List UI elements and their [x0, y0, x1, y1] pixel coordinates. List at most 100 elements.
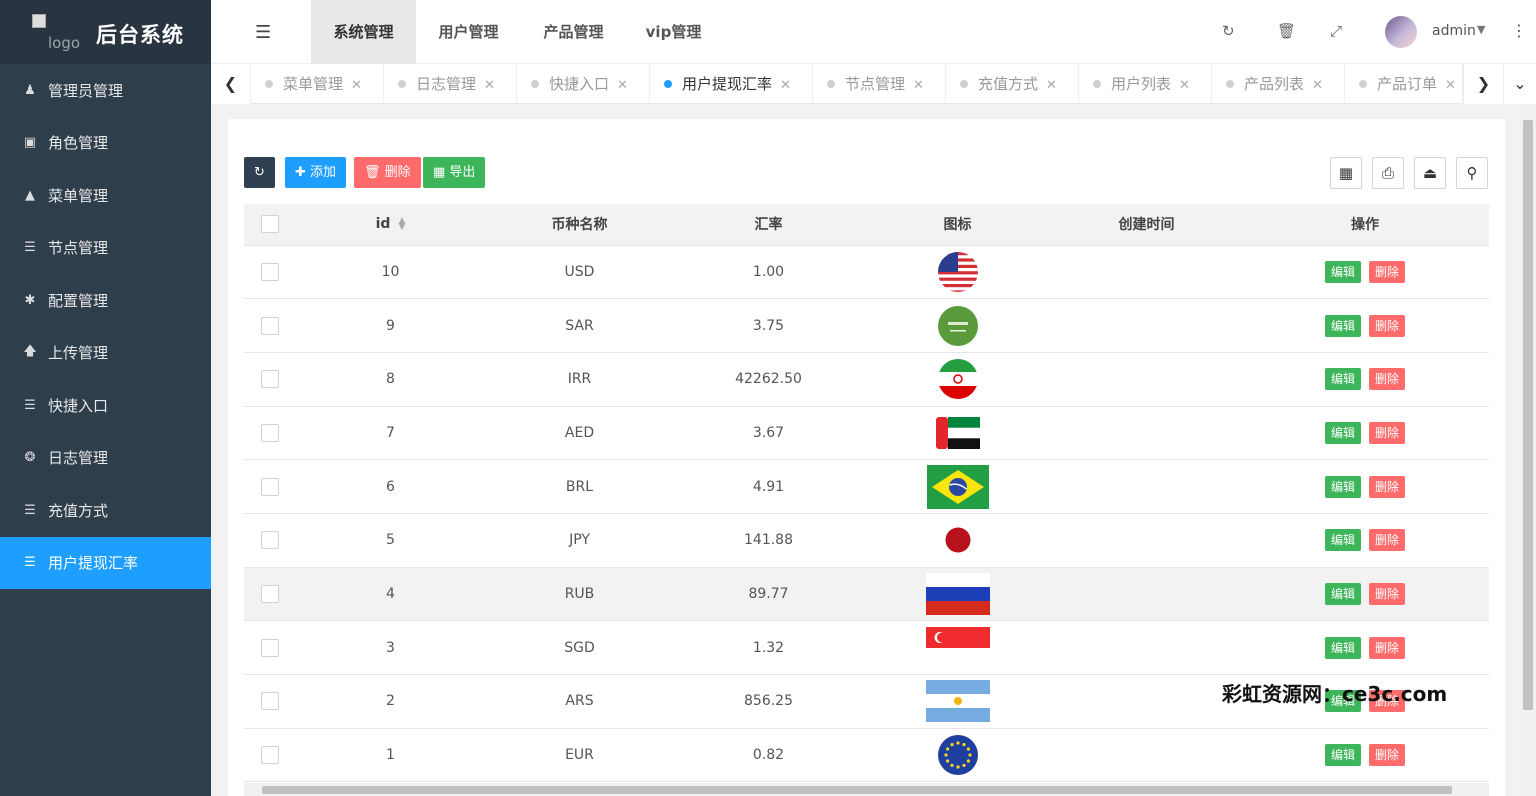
sidebar-item-menus[interactable]: ▲ 菜单管理 [0, 169, 211, 222]
scrollbar-thumb[interactable] [1523, 120, 1533, 710]
tab-system[interactable]: 系统管理 [311, 0, 416, 64]
delete-button[interactable]: 删除 [1369, 744, 1406, 767]
table-row: 3 SGD 1.32 编辑 删除 [244, 620, 1489, 675]
row-checkbox[interactable] [261, 692, 279, 711]
sidebar-item-withdraw-rate[interactable]: ☰ 用户提现汇率 [0, 536, 211, 589]
row-checkbox[interactable] [261, 316, 279, 335]
page-tab-recharge[interactable]: 充值方式 ✕ [946, 64, 1079, 104]
row-checkbox[interactable] [261, 370, 279, 389]
avatar[interactable] [1385, 16, 1417, 48]
cell-actions: 编辑 删除 [1241, 620, 1489, 675]
more-vertical-icon[interactable]: ⋮ [1511, 21, 1527, 40]
sidebar-item-config[interactable]: ✱ 配置管理 [0, 274, 211, 327]
edit-button[interactable]: 编辑 [1324, 529, 1361, 552]
close-icon[interactable]: ✕ [484, 78, 495, 93]
sidebar-item-upload[interactable]: 🡅 上传管理 [0, 327, 211, 380]
page-tab-shortcuts[interactable]: 快捷入口 ✕ [517, 64, 650, 104]
delete-button[interactable]: 删除 [1369, 636, 1406, 659]
close-icon[interactable]: ✕ [1312, 78, 1323, 93]
edit-button[interactable]: 编辑 [1324, 421, 1361, 444]
export-button[interactable]: ▦ 导出 [423, 157, 486, 188]
excel-icon: ▦ [433, 165, 450, 180]
close-icon[interactable]: ✕ [617, 78, 628, 93]
close-icon[interactable]: ✕ [1046, 78, 1057, 93]
columns-toggle-button[interactable]: ▦ [1330, 157, 1362, 189]
uae-flag-icon [935, 416, 980, 449]
sidebar-item-label: 用户提现汇率 [48, 554, 139, 573]
refresh-icon[interactable]: ↻ [1222, 22, 1235, 40]
delete-button[interactable]: 删除 [1369, 368, 1406, 391]
page-tab-product-orders[interactable]: 产品订单 ✕ [1345, 64, 1463, 104]
watermark-text: 彩虹资源网：ce3c.com [1222, 682, 1448, 706]
horizontal-scrollbar[interactable] [244, 783, 1489, 796]
cell-rate: 4.91 [674, 459, 863, 514]
chevron-down-icon[interactable]: ▼ [1477, 23, 1485, 36]
delete-button[interactable]: 删除 [1369, 582, 1406, 605]
edit-button[interactable]: 编辑 [1324, 475, 1361, 498]
tab-products[interactable]: 产品管理 [521, 0, 626, 64]
page-tab-withdraw-rate[interactable]: 用户提现汇率 ✕ [650, 64, 813, 104]
close-icon[interactable]: ✕ [780, 78, 791, 93]
vertical-scrollbar[interactable] [1520, 104, 1536, 796]
chevron-right-icon[interactable]: ❯ [1463, 64, 1503, 104]
chevron-down-icon[interactable]: ⌄ [1503, 64, 1536, 104]
chevron-left-icon[interactable]: ❮ [211, 64, 251, 104]
page-tab-nodes[interactable]: 节点管理 ✕ [813, 64, 946, 104]
cell-created [1052, 567, 1241, 622]
sidebar-item-logs[interactable]: ❂ 日志管理 [0, 432, 211, 485]
row-checkbox[interactable] [261, 262, 279, 281]
print-button[interactable]: ⎙ [1372, 157, 1404, 189]
edit-button[interactable]: 编辑 [1324, 636, 1361, 659]
refresh-button[interactable]: ↻ [244, 157, 275, 188]
page-tab-logs[interactable]: 日志管理 ✕ [384, 64, 517, 104]
delete-button[interactable]: 删除 [1369, 421, 1406, 444]
close-icon[interactable]: ✕ [1179, 78, 1190, 93]
singapore-flag-icon [925, 626, 990, 669]
close-icon[interactable]: ✕ [351, 78, 362, 93]
sidebar-item-shortcuts[interactable]: ☰ 快捷入口 [0, 379, 211, 432]
trash-icon[interactable]: 🗑 [1277, 22, 1296, 40]
batch-delete-button[interactable]: 🗑 删除 [354, 157, 421, 188]
tab-vip[interactable]: vip管理 [626, 0, 721, 64]
col-actions: 操作 [1241, 204, 1489, 246]
sidebar-item-roles[interactable]: ▣ 角色管理 [0, 117, 211, 170]
delete-button[interactable]: 删除 [1369, 475, 1406, 498]
scrollbar-thumb[interactable] [262, 786, 1452, 794]
row-checkbox[interactable] [261, 638, 279, 657]
cell-icon [863, 245, 1052, 300]
trash-icon: 🗑 [364, 165, 385, 180]
delete-button[interactable]: 删除 [1369, 314, 1406, 337]
export-table-button[interactable]: ⏏ [1414, 157, 1446, 189]
cell-created [1052, 352, 1241, 407]
search-button[interactable]: ⚲ [1456, 157, 1488, 189]
edit-button[interactable]: 编辑 [1324, 582, 1361, 605]
tab-users[interactable]: 用户管理 [416, 0, 521, 64]
page-tab-product-list[interactable]: 产品列表 ✕ [1212, 64, 1345, 104]
row-checkbox[interactable] [261, 477, 279, 496]
row-checkbox[interactable] [261, 423, 279, 442]
row-checkbox[interactable] [261, 531, 279, 550]
delete-button[interactable]: 删除 [1369, 529, 1406, 552]
sort-icon[interactable]: ▲ ▼ [398, 217, 405, 232]
page-tab-user-list[interactable]: 用户列表 ✕ [1079, 64, 1212, 104]
add-button[interactable]: ✚ 添加 [285, 157, 347, 188]
close-icon[interactable]: ✕ [913, 78, 924, 93]
edit-button[interactable]: 编辑 [1324, 744, 1361, 767]
user-name[interactable]: admin [1432, 23, 1476, 39]
sidebar-item-admin[interactable]: ♟ 管理员管理 [0, 64, 211, 117]
tab-dot [1359, 80, 1367, 88]
col-id[interactable]: id ▲ ▼ [296, 204, 485, 246]
select-all-checkbox[interactable] [261, 215, 279, 234]
fullscreen-icon[interactable]: ⤢ [1330, 22, 1342, 40]
sidebar-item-recharge[interactable]: ☰ 充值方式 [0, 484, 211, 537]
edit-button[interactable]: 编辑 [1324, 260, 1361, 283]
menu-toggle-icon[interactable]: ☰ [255, 22, 271, 43]
sidebar-item-nodes[interactable]: ☰ 节点管理 [0, 222, 211, 275]
edit-button[interactable]: 编辑 [1324, 368, 1361, 391]
row-checkbox[interactable] [261, 746, 279, 765]
close-icon[interactable]: ✕ [1445, 78, 1456, 93]
delete-button[interactable]: 删除 [1369, 260, 1406, 283]
row-checkbox[interactable] [261, 584, 279, 603]
page-tab-menus[interactable]: 菜单管理 ✕ [251, 64, 384, 104]
edit-button[interactable]: 编辑 [1324, 314, 1361, 337]
